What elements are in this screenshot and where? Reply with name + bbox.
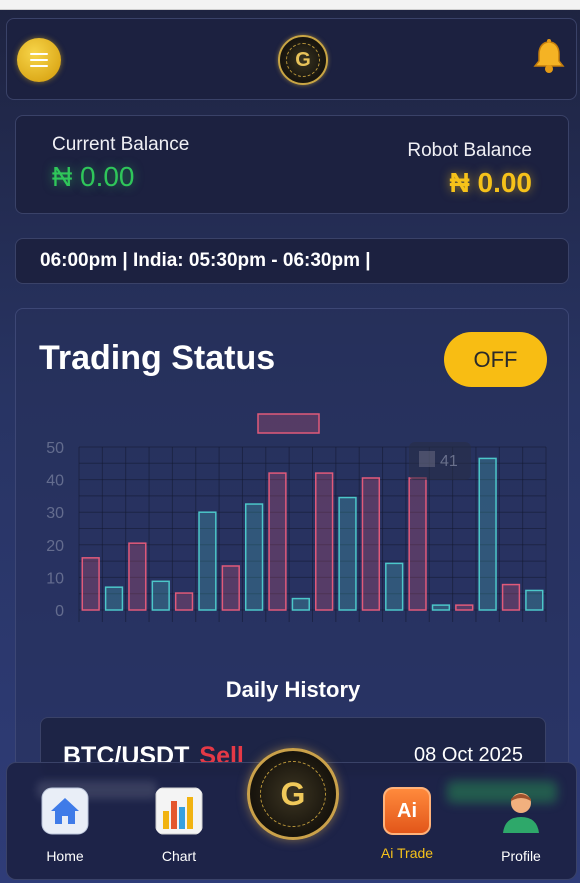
chart-bar xyxy=(338,496,357,611)
chart-bar xyxy=(525,589,544,611)
y-tick-label: 10 xyxy=(46,570,64,587)
trading-status-card: 50 40 30 20 10 0 41 Trading Status OFF Daily H… xyxy=(15,308,569,777)
nav-home[interactable]: Home xyxy=(30,787,100,864)
ai-icon-badge: Ai xyxy=(397,800,417,822)
legend-box xyxy=(257,413,320,434)
y-tick-label: 40 xyxy=(46,473,64,490)
chart-bar xyxy=(151,580,170,611)
chart-bar xyxy=(198,511,217,611)
chart-bar xyxy=(408,477,427,611)
robot-balance-value: ₦ 0.00 xyxy=(449,167,533,198)
app-header: G xyxy=(6,18,577,100)
bar-chart-icon xyxy=(155,787,203,835)
chart-bar xyxy=(174,592,194,611)
chart-bar xyxy=(361,477,381,611)
hamburger-icon[interactable] xyxy=(17,38,61,82)
nav-chart-label: Chart xyxy=(161,848,197,864)
logo-letter: G xyxy=(295,49,311,71)
y-tick-label: 50 xyxy=(46,440,64,457)
chart-bar xyxy=(478,457,497,611)
chart-bar xyxy=(244,503,264,611)
y-tick-label: 0 xyxy=(55,603,64,620)
nav-chart[interactable]: Chart xyxy=(144,787,214,864)
chart-bar xyxy=(291,597,310,611)
user-icon xyxy=(503,793,539,833)
chart-bar xyxy=(81,557,100,611)
nav-ai-label: Ai Trade xyxy=(380,845,434,861)
brand-logo: G xyxy=(278,35,328,85)
tooltip-value: 41 xyxy=(440,453,458,470)
nav-profile[interactable]: Profile xyxy=(486,787,556,864)
chart-bar xyxy=(385,562,404,611)
chart-bar xyxy=(431,604,451,611)
bell-icon[interactable] xyxy=(529,37,569,77)
chart-bar xyxy=(128,542,147,611)
bottom-navigation: Home Chart G Ai Ai Trade Profile xyxy=(6,748,577,880)
trading-status-title: Trading Status xyxy=(39,339,276,377)
tooltip-swatch xyxy=(419,451,435,467)
home-icon xyxy=(41,787,89,835)
nav-home-label: Home xyxy=(46,848,84,864)
chart-bar xyxy=(501,583,521,611)
balance-card: Current Balance ₦ 0.00 Robot Balance ₦ 0… xyxy=(15,115,569,214)
session-ticker: 06:00pm | India: 05:30pm - 06:30pm | xyxy=(15,238,569,284)
trading-toggle-button[interactable]: OFF xyxy=(444,332,547,387)
browser-top-strip xyxy=(0,0,580,10)
y-tick-label: 20 xyxy=(46,538,64,555)
current-balance-value: ₦ 0.00 xyxy=(52,161,135,192)
coin-logo-icon[interactable]: G xyxy=(247,748,339,840)
chart-bar xyxy=(455,604,474,611)
nav-profile-label: Profile xyxy=(501,848,541,864)
ai-icon: Ai xyxy=(383,787,431,835)
chart-bar xyxy=(315,472,334,611)
daily-history-heading: Daily History xyxy=(225,677,361,702)
center-coin-letter: G xyxy=(280,776,306,812)
current-balance-label: Current Balance xyxy=(52,134,190,155)
chart-bar xyxy=(268,472,287,611)
nav-ai-trade[interactable]: Ai Ai Trade xyxy=(372,787,442,861)
chart-bar xyxy=(221,565,240,611)
chart-bar xyxy=(104,586,124,611)
robot-balance-label: Robot Balance xyxy=(407,140,532,161)
y-tick-label: 30 xyxy=(46,505,64,522)
